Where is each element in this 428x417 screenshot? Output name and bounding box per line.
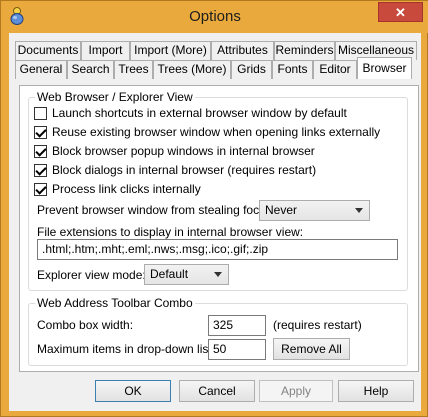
help-button[interactable]: Help <box>338 380 414 402</box>
tab-browser[interactable]: Browser <box>357 57 412 79</box>
max-items-label: Maximum items in drop-down list: <box>37 342 216 356</box>
extensions-label: File extensions to display in internal b… <box>37 225 304 239</box>
remove-all-button[interactable]: Remove All <box>273 338 350 360</box>
checkbox-box[interactable] <box>34 106 47 120</box>
explorer-mode-label: Explorer view mode: <box>37 268 146 282</box>
chevron-down-icon <box>355 208 363 213</box>
cancel-button[interactable]: Cancel <box>179 380 255 402</box>
combo-width-label: Combo box width: <box>37 318 134 332</box>
client-area: Documents Import Import (More) Attribute… <box>9 33 421 411</box>
combo-width-input[interactable]: 325 <box>208 315 266 336</box>
close-button[interactable]: ✕ <box>378 2 423 22</box>
tab-fonts[interactable]: Fonts <box>272 60 313 79</box>
address-toolbar-group-title: Web Address Toolbar Combo <box>35 296 195 310</box>
chevron-down-icon <box>214 272 222 277</box>
checkbox-box[interactable] <box>34 182 47 196</box>
tab-grids[interactable]: Grids <box>231 60 272 79</box>
checkbox-box[interactable] <box>34 163 47 177</box>
explorer-mode-select[interactable]: Default <box>144 264 229 285</box>
block-popups-checkbox[interactable]: Block browser popup windows in internal … <box>34 143 315 159</box>
explorer-mode-value: Default <box>150 267 189 281</box>
tab-search[interactable]: Search <box>67 60 114 79</box>
requires-restart-note: (requires restart) <box>273 318 362 332</box>
tab-trees[interactable]: Trees <box>114 60 153 79</box>
prevent-focus-select[interactable]: Never <box>259 200 370 221</box>
tab-attributes[interactable]: Attributes <box>211 41 274 60</box>
block-dialogs-checkbox[interactable]: Block dialogs in internal browser (requi… <box>34 162 316 178</box>
reuse-window-checkbox[interactable]: Reuse existing browser window when openi… <box>34 124 380 140</box>
tab-reminders[interactable]: Reminders <box>274 41 335 60</box>
browser-tab-panel: Web Browser / Explorer View Launch short… <box>19 85 419 372</box>
checkbox-label: Block dialogs in internal browser (requi… <box>52 163 317 177</box>
window-title: Options <box>189 8 241 25</box>
prevent-focus-value: Never <box>265 203 298 217</box>
checkbox-label: Launch shortcuts in external browser win… <box>52 106 347 120</box>
process-clicks-checkbox[interactable]: Process link clicks internally <box>34 181 201 197</box>
close-icon: ✕ <box>395 5 406 20</box>
options-window: Options ✕ Documents Import Import (More)… <box>0 0 428 417</box>
tab-import[interactable]: Import <box>81 41 130 60</box>
max-items-input[interactable]: 50 <box>208 339 266 360</box>
web-browser-group-title: Web Browser / Explorer View <box>35 90 195 104</box>
title-bar[interactable]: Options ✕ <box>1 1 428 33</box>
checkbox-label: Block browser popup windows in internal … <box>52 144 315 158</box>
checkbox-label: Process link clicks internally <box>52 182 201 196</box>
tab-editor[interactable]: Editor <box>313 60 357 79</box>
checkbox-label: Reuse existing browser window when openi… <box>52 125 381 139</box>
extensions-input[interactable]: .html;.htm;.mht;.eml;.nws;.msg;.ico;.gif… <box>37 239 398 260</box>
tab-general[interactable]: General <box>15 60 67 79</box>
tab-import-more[interactable]: Import (More) <box>130 41 211 60</box>
tab-trees-more[interactable]: Trees (More) <box>153 60 231 79</box>
apply-button[interactable]: Apply <box>259 380 333 402</box>
checkbox-box[interactable] <box>34 144 47 158</box>
tab-documents[interactable]: Documents <box>15 41 81 60</box>
prevent-focus-label: Prevent browser window from stealing foc… <box>37 203 276 217</box>
launch-shortcuts-checkbox[interactable]: Launch shortcuts in external browser win… <box>34 105 347 121</box>
ok-button[interactable]: OK <box>95 380 171 402</box>
checkbox-box[interactable] <box>34 125 47 139</box>
